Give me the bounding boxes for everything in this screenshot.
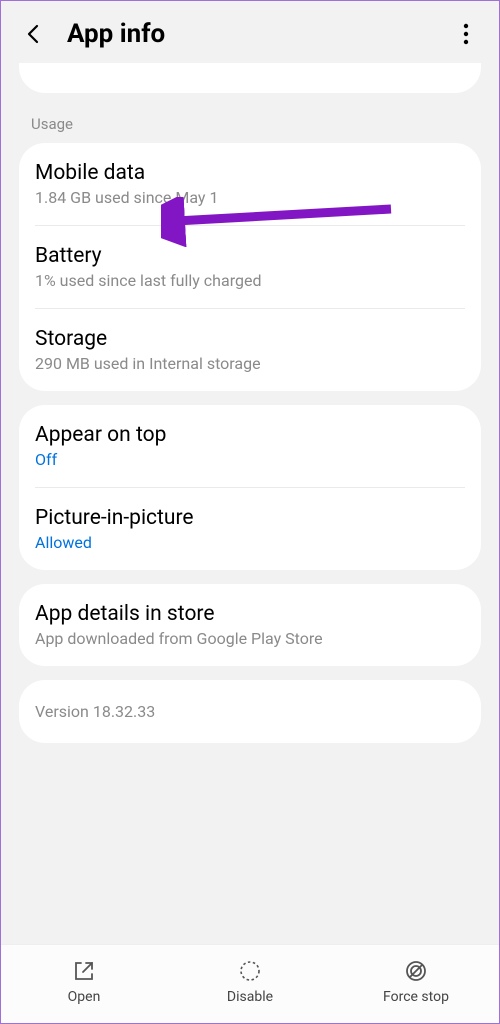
open-icon (72, 959, 96, 983)
overlay-card: Appear on top Off Picture-in-picture All… (19, 405, 481, 570)
row-sub: App downloaded from Google Play Store (35, 629, 465, 648)
open-label: Open (68, 989, 101, 1005)
more-options-icon[interactable] (453, 21, 479, 47)
row-title: Battery (35, 244, 465, 268)
row-sub: 1.84 GB used since May 1 (35, 188, 465, 207)
force-stop-icon (404, 959, 428, 983)
usage-card: Mobile data 1.84 GB used since May 1 Bat… (19, 143, 481, 391)
row-app-details-in-store[interactable]: App details in store App downloaded from… (19, 584, 481, 666)
force-stop-label: Force stop (383, 989, 449, 1005)
row-value: Off (35, 450, 465, 469)
row-battery[interactable]: Battery 1% used since last fully charged (19, 226, 481, 308)
bottom-bar: Open Disable Force stop (1, 944, 499, 1023)
row-title: App details in store (35, 602, 465, 626)
store-card: App details in store App downloaded from… (19, 584, 481, 666)
section-label-usage: Usage (1, 93, 499, 143)
row-sub: 1% used since last fully charged (35, 271, 465, 290)
row-title: Picture-in-picture (35, 506, 465, 530)
force-stop-button[interactable]: Force stop (334, 959, 498, 1005)
page-title: App info (67, 19, 453, 49)
version-card: Version 18.32.33 (19, 680, 481, 743)
row-mobile-data[interactable]: Mobile data 1.84 GB used since May 1 (19, 143, 481, 225)
disable-button[interactable]: Disable (168, 959, 332, 1005)
back-icon[interactable] (21, 21, 47, 47)
disable-icon (238, 959, 262, 983)
row-value: Allowed (35, 533, 465, 552)
row-appear-on-top[interactable]: Appear on top Off (19, 405, 481, 487)
row-title: Mobile data (35, 161, 465, 185)
disable-label: Disable (227, 989, 273, 1005)
row-sub: 290 MB used in Internal storage (35, 354, 465, 373)
row-title: Storage (35, 327, 465, 351)
open-button[interactable]: Open (2, 959, 166, 1005)
previous-card-sliver (19, 63, 481, 93)
version-text: Version 18.32.33 (35, 702, 465, 721)
row-storage[interactable]: Storage 290 MB used in Internal storage (19, 309, 481, 391)
row-picture-in-picture[interactable]: Picture-in-picture Allowed (19, 488, 481, 570)
header: App info (1, 1, 499, 63)
row-title: Appear on top (35, 423, 465, 447)
